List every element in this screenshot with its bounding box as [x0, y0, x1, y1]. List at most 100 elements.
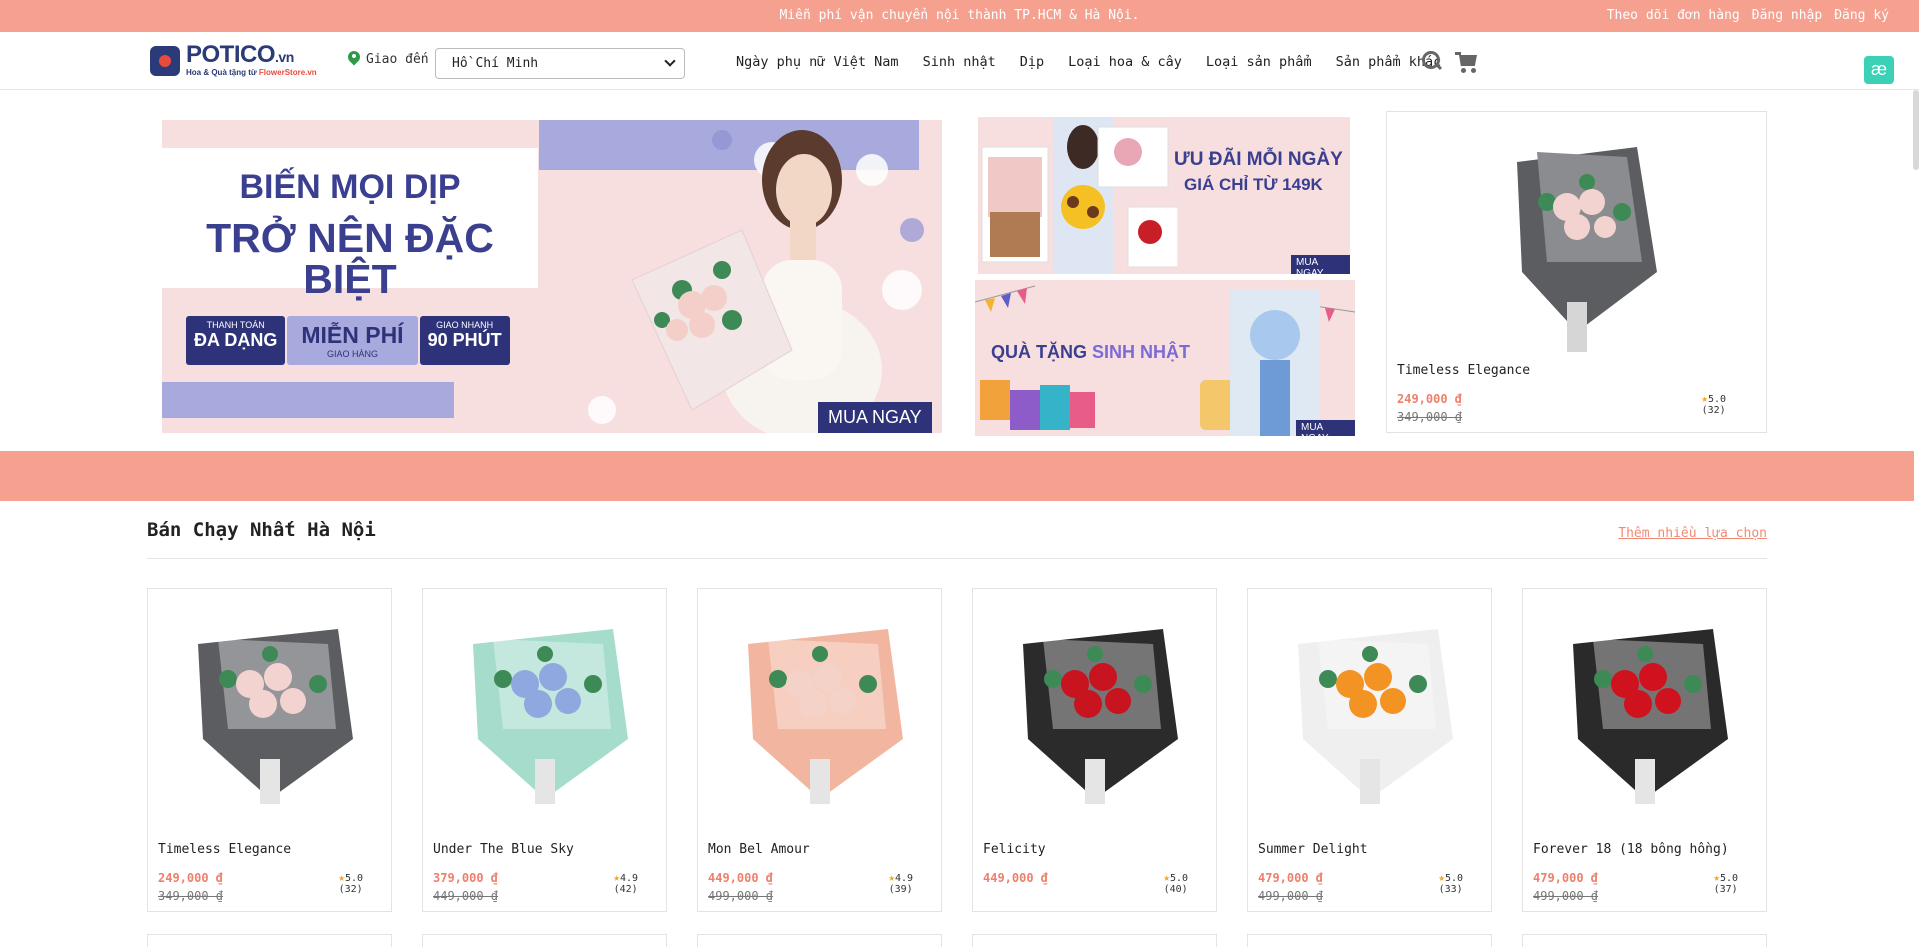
featured-product-price: 249,000 ₫: [1397, 392, 1463, 406]
hero-benefit-badges: THANH TOÁN ĐA DẠNG MIỄN PHÍ GIAO HÀNG GIAO…: [186, 316, 510, 365]
featured-product-name: Timeless Elegance: [1397, 363, 1531, 378]
product-image: [1023, 629, 1178, 804]
product-name: Felicity: [983, 842, 1046, 857]
extension-badge-icon[interactable]: æ: [1864, 56, 1894, 84]
product-price: 379,000 ₫: [433, 871, 499, 885]
product-name: Forever 18 (18 bông hồng): [1533, 842, 1729, 857]
cart-icon[interactable]: [1455, 52, 1479, 74]
product-card-stub[interactable]: [422, 934, 667, 947]
product-rating: ★5.0 (37): [1713, 871, 1738, 895]
product-old-price: 499,000 ₫: [1258, 889, 1324, 903]
star-icon: ★: [1438, 871, 1445, 884]
more-options-link[interactable]: Thêm nhiều lựa chọn: [1618, 526, 1767, 541]
hero-headline-2: TRỞ NÊN ĐẶC BIỆT: [206, 215, 494, 302]
search-icon[interactable]: [1422, 51, 1442, 71]
nav-product-types[interactable]: Loại sản phẩm: [1206, 54, 1312, 70]
product-image: [1573, 629, 1728, 804]
promo-strip: [0, 451, 1914, 501]
product-name: Summer Delight: [1258, 842, 1368, 857]
star-icon: ★: [1713, 871, 1720, 884]
product-card-stub[interactable]: [697, 934, 942, 947]
daily-deals-banner[interactable]: ƯU ĐÃI MỖI NGÀY GIÁ CHỈ TỪ 149K MUA NGAY: [978, 117, 1350, 274]
daily-deals-title: ƯU ĐÃI MỖI NGÀY: [1174, 149, 1343, 170]
product-old-price: 499,000 ₫: [708, 889, 774, 903]
product-rating: ★5.0 (33): [1438, 871, 1463, 895]
star-icon: ★: [338, 871, 345, 884]
city-select-value: Hồ Chí Minh: [452, 56, 539, 71]
birthday-gifts-shop-now[interactable]: MUA NGAY: [1296, 420, 1355, 436]
logo-wordmark: POTICO.vn: [186, 41, 294, 68]
product-card-stub[interactable]: [972, 934, 1217, 947]
product-rating: ★4.9 (39): [888, 871, 913, 895]
daily-deals-subtitle: GIÁ CHỈ TỪ 149K: [1184, 175, 1323, 194]
top-announcement-bar: Miễn phí vận chuyển nội thành TP.HCM & H…: [0, 0, 1919, 32]
product-card-stub[interactable]: [1247, 934, 1492, 947]
badge-free-delivery: MIỄN PHÍ GIAO HÀNG: [287, 316, 418, 365]
product-name: Timeless Elegance: [158, 842, 292, 857]
product-image: [748, 629, 903, 804]
product-name: Under The Blue Sky: [433, 842, 574, 857]
birthday-gifts-banner[interactable]: QUÀ TẶNG SINH NHẬT MUA NGAY: [975, 280, 1355, 436]
hero-headline-1: BIẾN MỌI DỊP: [239, 168, 461, 206]
chevron-down-icon: [664, 55, 676, 67]
section-title: Bán Chạy Nhất Hà Nội: [147, 519, 376, 541]
deliver-to-label: Giao đến: [366, 51, 429, 67]
product-old-price: 449,000 ₫: [433, 889, 499, 903]
main-nav: Ngày phụ nữ Việt Nam Sinh nhật Dịp Loại …: [736, 54, 1441, 70]
product-rating: ★4.9 (42): [613, 871, 638, 895]
star-icon: ★: [1701, 392, 1708, 405]
hero-banner[interactable]: BIẾN MỌI DỊP TRỞ NÊN ĐẶC BIỆT THANH TOÁN…: [162, 120, 942, 433]
featured-product-image: [1517, 147, 1657, 352]
product-price: 249,000 ₫: [158, 871, 224, 885]
product-old-price: 349,000 ₫: [158, 889, 224, 903]
daily-deals-shop-now[interactable]: MUA NGAY: [1291, 255, 1350, 274]
badge-fast-delivery: GIAO NHANH 90 PHÚT: [419, 316, 510, 365]
nav-birthday[interactable]: Sinh nhật: [923, 54, 996, 70]
product-card[interactable]: Timeless Elegance 249,000 ₫ 349,000 ₫ ★5.0(…: [147, 588, 392, 912]
login-link[interactable]: Đăng nhập: [1752, 8, 1822, 23]
product-price: 449,000 ₫: [983, 871, 1049, 885]
product-image: [1298, 629, 1453, 804]
product-price: 449,000 ₫: [708, 871, 774, 885]
product-card-stub[interactable]: [1522, 934, 1767, 947]
birthday-gifts-title: QUÀ TẶNG SINH NHẬT: [991, 342, 1190, 362]
product-card[interactable]: Summer Delight 479,000 ₫ 499,000 ₫ ★5.0 (33): [1247, 588, 1492, 912]
site-logo[interactable]: POTICO.vn Hoa & Quà tặng từ FlowerStore.…: [150, 41, 317, 77]
star-icon: ★: [888, 871, 895, 884]
deliver-to: Giao đến: [348, 51, 429, 67]
site-header: POTICO.vn Hoa & Quà tặng từ FlowerStore.…: [0, 32, 1919, 90]
product-price: 479,000 ₫: [1533, 871, 1599, 885]
register-link[interactable]: Đăng ký: [1834, 8, 1889, 23]
nav-womens-day[interactable]: Ngày phụ nữ Việt Nam: [736, 54, 899, 70]
product-rating: ★5.0 (32): [338, 871, 363, 895]
product-price: 479,000 ₫: [1258, 871, 1324, 885]
featured-product-rating: ★5.0 (32): [1701, 392, 1726, 416]
product-image: [198, 629, 353, 804]
badge-payment: THANH TOÁN ĐA DẠNG: [186, 316, 286, 365]
nav-flower-types[interactable]: Loại hoa & cây: [1068, 54, 1182, 70]
product-card[interactable]: Under The Blue Sky 379,000 ₫ 449,000 ₫ ★4.9…: [422, 588, 667, 912]
hero-model-bouquet-image: [588, 130, 924, 433]
product-name: Mon Bel Amour: [708, 842, 810, 857]
account-links: Theo dõi đơn hàng Đăng nhập Đăng ký: [1607, 8, 1889, 23]
product-rating: ★5.0 (40): [1163, 871, 1188, 895]
section-divider: [147, 558, 1767, 559]
track-order-link[interactable]: Theo dõi đơn hàng: [1607, 8, 1740, 23]
product-card[interactable]: Forever 18 (18 bông hồng) 479,000 ₫ 499,00…: [1522, 588, 1767, 912]
star-icon: ★: [1163, 871, 1170, 884]
product-card[interactable]: Felicity 449,000 ₫ ★5.0 (40): [972, 588, 1217, 912]
nav-occasion[interactable]: Dịp: [1020, 54, 1044, 70]
featured-product-card[interactable]: Timeless Elegance 249,000 ₫ 349,000 ₫ ★5…: [1386, 111, 1767, 433]
city-select[interactable]: Hồ Chí Minh: [435, 48, 685, 79]
product-old-price: 499,000 ₫: [1533, 889, 1599, 903]
product-card[interactable]: Mon Bel Amour 449,000 ₫ 499,000 ₫ ★4.9 (39): [697, 588, 942, 912]
product-image: [473, 629, 628, 804]
hero-shop-now-button[interactable]: MUA NGAY: [818, 402, 932, 433]
logo-mark-icon: [150, 45, 180, 76]
page-scrollbar[interactable]: [1913, 90, 1919, 170]
star-icon: ★: [613, 871, 620, 884]
logo-tagline: Hoa & Quà tặng từ FlowerStore.vn: [186, 68, 317, 77]
location-pin-icon: [348, 51, 360, 67]
product-card-stub[interactable]: [147, 934, 392, 947]
daily-deals-collage-image: [981, 117, 1178, 274]
